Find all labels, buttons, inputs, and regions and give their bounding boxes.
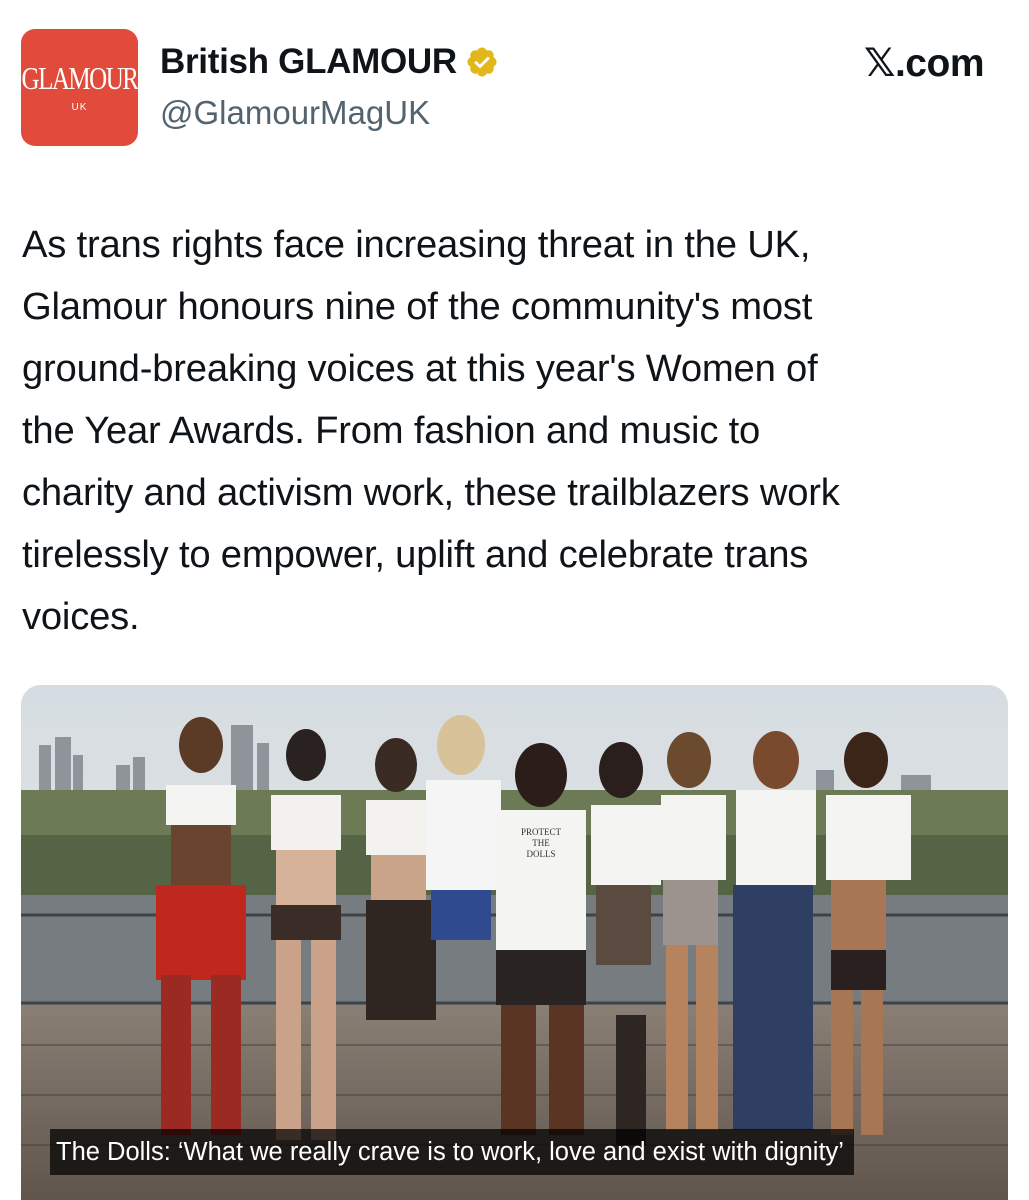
avatar-brand-logo: GLAMOUR [21,62,139,96]
shirt-text-dolls: DOLLS [527,849,556,859]
account-handle[interactable]: @GlamourMagUK [160,96,430,129]
tweet-media-image[interactable]: PROTECT THE DOLLS The Dolls: ‘What we re… [21,685,1008,1200]
avatar[interactable]: GLAMOUR UK [21,29,139,146]
image-caption: The Dolls: ‘What we really crave is to w… [50,1129,854,1175]
site-watermark: 𝕏.com [864,42,984,85]
shirt-text-protect: PROTECT [521,827,562,837]
verified-badge-icon [467,46,497,77]
avatar-brand-sub: UK [71,101,88,113]
display-name[interactable]: British GLAMOUR [160,44,457,79]
name-row: British GLAMOUR [160,44,499,79]
shirt-text-the: THE [532,838,550,848]
tweet-text: As trans rights face increasing threat i… [22,223,840,638]
group-photo: PROTECT THE DOLLS [21,685,1008,1200]
